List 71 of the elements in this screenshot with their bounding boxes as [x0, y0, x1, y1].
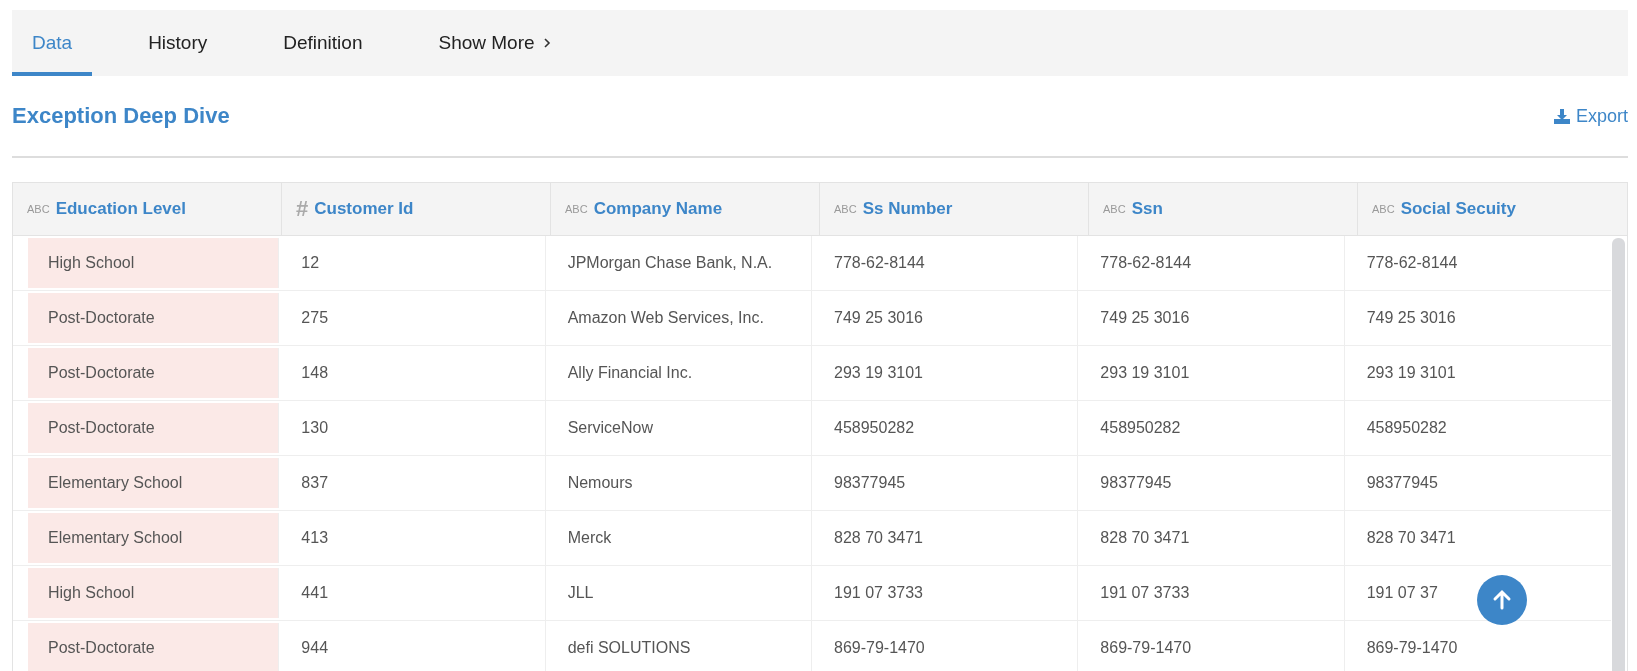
- table-cell: 98377945: [1100, 474, 1172, 492]
- table-cell: Post-Doctorate: [28, 348, 280, 398]
- column-label: Ss Number: [862, 199, 953, 219]
- table-cell: 191 07 37: [1366, 584, 1438, 602]
- table-cell: 869-79-1470: [1100, 639, 1192, 657]
- table-cell: 293 19 3101: [1100, 364, 1190, 382]
- tab[interactable]: History: [128, 10, 228, 76]
- table-cell: 749 25 3016: [1366, 309, 1456, 327]
- table-cell: defi SOLUTIONS: [567, 639, 691, 657]
- column-label: Company Name: [593, 199, 723, 219]
- table-cell: 749 25 3016: [1100, 309, 1190, 327]
- number-type-icon: #: [296, 196, 309, 222]
- table-cell: Post-Doctorate: [28, 623, 280, 671]
- table-cell: 148: [301, 364, 329, 382]
- table-cell: Amazon Web Services, Inc.: [567, 309, 764, 327]
- table-cell: 293 19 3101: [1366, 364, 1456, 382]
- table-cell: Post-Doctorate: [28, 403, 280, 453]
- table-cell: JPMorgan Chase Bank, N.A.: [567, 254, 773, 272]
- scroll-to-top-button[interactable]: [1477, 575, 1527, 625]
- table-cell: 778-62-8144: [1100, 254, 1192, 272]
- table-cell: 837: [301, 474, 329, 492]
- table-cell: 458950282: [1100, 419, 1181, 437]
- table-cell: Post-Doctorate: [28, 293, 280, 343]
- column-label: Customer Id: [314, 199, 414, 219]
- table-cell: Merck: [567, 529, 612, 547]
- text-type-icon: ABC: [834, 203, 857, 215]
- table-cell: 98377945: [1366, 474, 1438, 492]
- table-cell: 869-79-1470: [1366, 639, 1458, 657]
- table-cell: 413: [301, 529, 329, 547]
- scrollbar[interactable]: [1612, 238, 1625, 671]
- tab[interactable]: Definition: [263, 10, 383, 76]
- table-cell: 828 70 3471: [1366, 529, 1456, 547]
- table-cell: JLL: [567, 584, 594, 602]
- text-type-icon: ABC: [1103, 203, 1126, 215]
- table-cell: 293 19 3101: [834, 364, 923, 382]
- table-cell: 869-79-1470: [834, 639, 925, 657]
- table-cell: 441: [301, 584, 329, 602]
- column-label: Social Secuity: [1400, 199, 1516, 219]
- table-cell: Nemours: [567, 474, 633, 492]
- table-cell: 98377945: [834, 474, 906, 492]
- table-cell: 778-62-8144: [834, 254, 925, 272]
- export-link[interactable]: Export: [1553, 105, 1628, 127]
- chevron-icon: [542, 37, 551, 49]
- table-cell: Ally Financial Inc.: [567, 364, 693, 382]
- arrow-up-icon: [1491, 589, 1513, 611]
- text-type-icon: ABC: [1372, 203, 1395, 215]
- table-cell: 130: [301, 419, 329, 437]
- table-cell: Elementary School: [28, 458, 280, 508]
- table-cell: 778-62-8144: [1366, 254, 1458, 272]
- table-cell: High School: [28, 238, 280, 288]
- table-cell: 749 25 3016: [834, 309, 923, 327]
- table-cell: Elementary School: [28, 513, 280, 563]
- tab[interactable]: Show More: [418, 10, 571, 76]
- text-type-icon: ABC: [27, 203, 50, 215]
- tab[interactable]: Data: [12, 10, 93, 76]
- table-cell: 12: [301, 254, 320, 272]
- column-label: Education Level: [55, 199, 186, 219]
- table-cell: 944: [301, 639, 329, 657]
- text-type-icon: ABC: [565, 203, 588, 215]
- table-cell: 458950282: [834, 419, 915, 437]
- table-cell: High School: [28, 568, 280, 618]
- table-cell: 191 07 3733: [1100, 584, 1190, 602]
- table-cell: ServiceNow: [567, 419, 653, 437]
- table-cell: 191 07 3733: [834, 584, 923, 602]
- table-cell: 458950282: [1366, 419, 1447, 437]
- table-cell: 828 70 3471: [834, 529, 923, 547]
- column-label: Ssn: [1131, 199, 1163, 219]
- table-cell: 275: [301, 309, 329, 327]
- download-icon: [1553, 108, 1570, 124]
- section-title: Exception Deep Dive: [12, 103, 230, 129]
- table-cell: 828 70 3471: [1100, 529, 1190, 547]
